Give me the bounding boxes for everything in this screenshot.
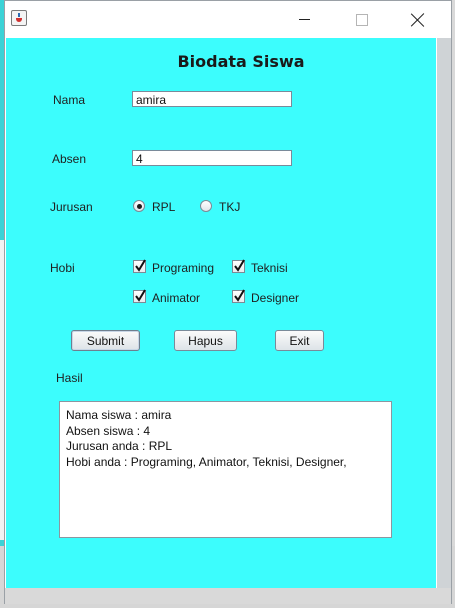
page-title: Biodata Siswa	[177, 52, 305, 71]
window-bottom-edge	[5, 588, 451, 604]
close-icon	[411, 13, 425, 27]
checkbox-designer-label[interactable]: Designer	[251, 291, 299, 305]
title-bar[interactable]	[5, 1, 451, 38]
minimize-button[interactable]	[281, 1, 327, 38]
minimize-icon	[298, 19, 310, 20]
java-app-icon[interactable]	[11, 10, 27, 26]
checkbox-programing-label[interactable]: Programing	[152, 261, 214, 275]
checkbox-teknisi-label[interactable]: Teknisi	[251, 261, 288, 275]
submit-button[interactable]: Submit	[71, 330, 140, 351]
checkmark-icon	[135, 289, 146, 302]
checkbox-programing[interactable]	[133, 259, 146, 273]
radio-rpl-label[interactable]: RPL	[152, 200, 175, 214]
form-panel: Biodata Siswa Nama amira Absen 4 Jurusan…	[6, 38, 436, 588]
checkbox-animator-label[interactable]: Animator	[152, 291, 200, 305]
hasil-line: Nama siswa : amira	[66, 408, 172, 422]
hasil-line: Jurusan anda : RPL	[66, 439, 173, 453]
radio-tkj-label[interactable]: TKJ	[219, 200, 240, 214]
hasil-textarea[interactable]: Nama siswa : amira Absen siswa : 4 Jurus…	[59, 401, 392, 538]
hapus-button[interactable]: Hapus	[174, 330, 237, 351]
checkmark-icon	[234, 289, 245, 302]
maximize-button[interactable]	[339, 1, 385, 38]
hobi-label: Hobi	[50, 261, 75, 275]
app-window: Biodata Siswa Nama amira Absen 4 Jurusan…	[4, 0, 452, 604]
radio-tkj[interactable]	[200, 200, 212, 212]
close-button[interactable]	[395, 1, 441, 38]
hasil-line: Absen siswa : 4	[66, 423, 151, 438]
exit-button[interactable]: Exit	[275, 330, 324, 351]
hasil-line: Hobi anda : Programing, Animator, Teknis…	[66, 454, 347, 469]
absen-label: Absen	[52, 152, 87, 166]
checkmark-icon	[234, 259, 245, 272]
window-right-edge	[437, 38, 451, 588]
radio-rpl[interactable]	[133, 200, 145, 212]
hasil-label: Hasil	[56, 371, 83, 385]
checkbox-teknisi[interactable]	[232, 259, 245, 273]
maximize-icon	[356, 13, 368, 26]
jurusan-label: Jurusan	[50, 200, 93, 214]
checkmark-icon	[135, 259, 146, 272]
absen-field[interactable]: 4	[132, 150, 292, 166]
checkbox-animator[interactable]	[133, 289, 146, 303]
nama-label: Nama	[53, 93, 86, 107]
nama-field[interactable]: amira	[132, 91, 292, 107]
checkbox-designer[interactable]	[232, 289, 245, 303]
